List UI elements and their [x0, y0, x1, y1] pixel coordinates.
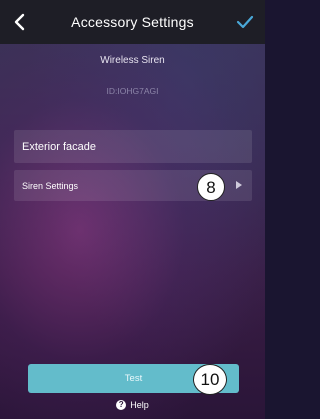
chevron-left-icon — [14, 13, 25, 31]
callout-badge-8: 8 — [197, 173, 225, 201]
confirm-button[interactable] — [231, 8, 259, 36]
chevron-right-icon — [236, 181, 242, 189]
header-bar: Accessory Settings — [0, 0, 265, 44]
help-label: Help — [130, 400, 149, 410]
back-button[interactable] — [6, 8, 34, 36]
device-name: Wireless Siren — [100, 55, 165, 66]
test-button-label: Test — [124, 373, 143, 384]
help-icon: ? — [116, 400, 127, 410]
help-link[interactable]: ? Help — [0, 400, 265, 410]
page-title: Accessory Settings — [71, 14, 194, 30]
accessory-settings-screen: Accessory Settings Wireless Siren ID:IOH… — [0, 0, 265, 419]
device-id: ID:IOHG7AGI — [106, 86, 159, 96]
accessory-name-field[interactable]: Exterior facade — [14, 130, 252, 163]
callout-badge-10: 10 — [193, 364, 227, 395]
siren-settings-label: Siren Settings — [22, 180, 79, 191]
checkmark-icon — [236, 15, 254, 29]
